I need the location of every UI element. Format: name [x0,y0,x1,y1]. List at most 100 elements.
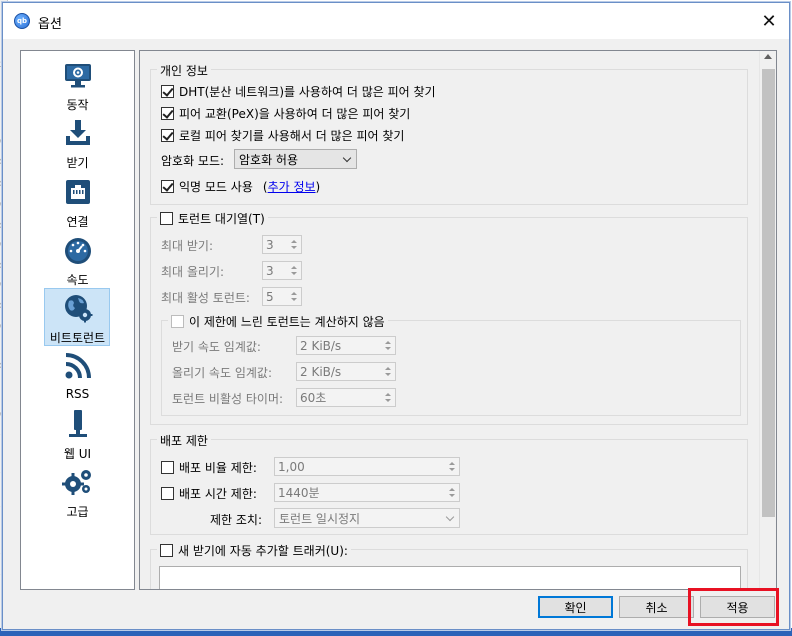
slow-torrents-group: 이 제한에 느린 토런트는 계산하지 않음 받기 속도 임계값: 2 KiB/s… [161,313,741,416]
slow-torrents-title[interactable]: 이 제한에 느린 토런트는 계산하지 않음 [168,313,388,330]
dht-checkbox-row[interactable]: DHT(분산 네트워크)를 사용하여 더 많은 피어 찾기 [161,83,436,100]
sidebar-item-label: 비트토런트 [49,331,106,345]
ratio-limit-row[interactable]: 배포 비율 제한: [161,459,257,476]
sidebar-item-label: RSS [65,387,90,401]
sidebar-item-label: 웹 UI [63,447,92,461]
qbittorrent-logo-icon: qb [14,13,30,29]
ratio-limit-checkbox[interactable] [161,461,174,474]
network-port-icon [62,176,94,208]
limit-action-label: 제한 조치: [210,513,263,527]
seeding-limits-title: 배포 제한 [157,432,211,449]
encryption-label: 암호화 모드: [161,154,225,168]
spin-arrows-icon [445,458,459,475]
time-limit-value: 1440분 [278,486,320,500]
lpd-label: 로컬 피어 찾기를 사용해서 더 많은 피어 찾기 [179,129,405,143]
ratio-limit-spinbox[interactable]: 1,00 [274,457,460,476]
options-category-list: 동작 받기 연결 속도 비트토런트 RSS 웹 UI 고급 [20,50,135,590]
spin-arrows-icon [287,288,301,305]
gears-icon [61,466,94,498]
sidebar-item-label: 속도 [66,273,89,287]
anonymous-checkbox-row[interactable]: 익명 모드 사용 ( 추가 정보 ) [161,178,320,195]
limit-action-value: 토런트 일시정지 [279,511,361,526]
close-button[interactable]: ✕ [755,9,783,33]
sidebar-item-downloads[interactable]: 받기 [21,113,134,171]
scroll-up-icon[interactable] [764,54,772,59]
vertical-scrollbar[interactable] [759,51,776,589]
anonymous-label: 익명 모드 사용 [179,180,253,194]
max-downloads-label: 최대 받기: [161,239,214,253]
globe-gear-icon [62,292,94,324]
sidebar-item-speed[interactable]: 속도 [21,230,134,288]
monitor-gear-icon [62,59,94,91]
sidebar-item-label: 고급 [66,505,89,519]
cancel-button[interactable]: 취소 [619,596,694,618]
sidebar-item-label: 연결 [66,215,89,229]
pex-checkbox[interactable] [161,107,174,120]
sidebar-item-rss[interactable]: RSS [21,346,134,404]
privacy-group-title: 개인 정보 [157,62,211,79]
max-active-spinbox[interactable]: 5 [262,287,302,306]
more-info-link[interactable]: 추가 정보 [268,178,316,195]
torrent-queue-checkbox[interactable] [160,212,173,225]
download-tray-icon [62,117,94,149]
sidebar-item-behavior[interactable]: 동작 [21,55,134,113]
dht-checkbox[interactable] [161,85,174,98]
max-downloads-spinbox[interactable]: 3 [262,235,302,254]
limit-action-select[interactable]: 토런트 일시정지 [274,508,460,528]
sidebar-item-web-ui[interactable]: 웹 UI [21,404,134,462]
auto-trackers-checkbox[interactable] [160,544,173,557]
encryption-mode-select[interactable]: 암호화 허용 [234,149,357,169]
ratio-limit-value: 1,00 [278,459,305,474]
time-limit-label: 배포 시간 제한: [179,487,257,501]
inactivity-timer-spinbox[interactable]: 60초 [296,388,396,407]
pex-checkbox-row[interactable]: 피어 교환(PeX)을 사용하여 더 많은 피어 찾기 [161,105,410,122]
max-downloads-value: 3 [266,237,274,252]
privacy-group: 개인 정보 DHT(분산 네트워크)를 사용하여 더 많은 피어 찾기 피어 교… [150,62,748,205]
spin-arrows-icon [381,363,395,380]
spin-arrows-icon [287,236,301,253]
apply-highlight-box [688,588,779,626]
torrent-queue-title[interactable]: 토런트 대기열(T) [157,210,268,227]
max-uploads-label: 최대 올리기: [161,265,225,279]
ul-threshold-label: 올리기 속도 임계값: [172,366,272,380]
dl-threshold-spinbox[interactable]: 2 KiB/s [296,336,396,355]
time-limit-checkbox[interactable] [161,487,174,500]
max-uploads-spinbox[interactable]: 3 [262,261,302,280]
more-info-close-paren: ) [315,179,321,194]
chevron-down-icon [342,153,352,163]
ul-threshold-spinbox[interactable]: 2 KiB/s [296,362,396,381]
chevron-down-icon [445,512,455,522]
window-title: 옵션 [38,17,62,32]
options-dialog: qb 옵션 ✕ 동작 받기 연결 속도 비트토런트 RSS 웹 UI 고급 개인… [2,2,790,630]
slow-torrents-label: 이 제한에 느린 토런트는 계산하지 않음 [189,315,385,329]
sidebar-item-label: 받기 [66,156,89,170]
spin-arrows-icon [445,484,459,501]
ratio-limit-label: 배포 비율 제한: [179,461,257,475]
rss-icon [62,350,94,382]
inactivity-timer-label: 토런트 비활성 타이머: [172,392,284,406]
usb-icon [62,408,94,440]
spin-arrows-icon [287,262,301,279]
bittorrent-settings-panel: 개인 정보 DHT(분산 네트워크)를 사용하여 더 많은 피어 찾기 피어 교… [139,50,777,590]
time-limit-spinbox[interactable]: 1440분 [274,483,460,502]
encryption-mode-value: 암호화 허용 [239,152,299,167]
slow-torrents-checkbox[interactable] [171,315,184,328]
sidebar-item-advanced[interactable]: 고급 [21,462,134,520]
sidebar-item-connection[interactable]: 연결 [21,172,134,230]
pex-label: 피어 교환(PeX)을 사용하여 더 많은 피어 찾기 [179,107,411,121]
auto-trackers-title[interactable]: 새 받기에 자동 추가할 트래커(U): [157,542,351,559]
max-uploads-value: 3 [266,263,274,278]
torrent-queue-group: 토런트 대기열(T) 최대 받기: 3 최대 올리기: 3 최대 활성 토런트:… [150,210,748,425]
spin-arrows-icon [381,389,395,406]
auto-trackers-textarea[interactable] [159,566,741,589]
inactivity-timer-value: 60초 [300,391,327,405]
seeding-limits-group: 배포 제한 배포 비율 제한: 1,00 배포 시간 제한: 1440분 제한 … [150,432,748,535]
lpd-checkbox-row[interactable]: 로컬 피어 찾기를 사용해서 더 많은 피어 찾기 [161,127,404,144]
title-bar: qb 옵션 ✕ [3,3,789,39]
sidebar-item-bittorrent[interactable]: 비트토런트 [21,288,134,346]
time-limit-row[interactable]: 배포 시간 제한: [161,485,257,502]
scroll-thumb[interactable] [762,69,775,517]
anonymous-checkbox[interactable] [161,180,174,193]
ok-button[interactable]: 확인 [538,596,613,618]
lpd-checkbox[interactable] [161,129,174,142]
